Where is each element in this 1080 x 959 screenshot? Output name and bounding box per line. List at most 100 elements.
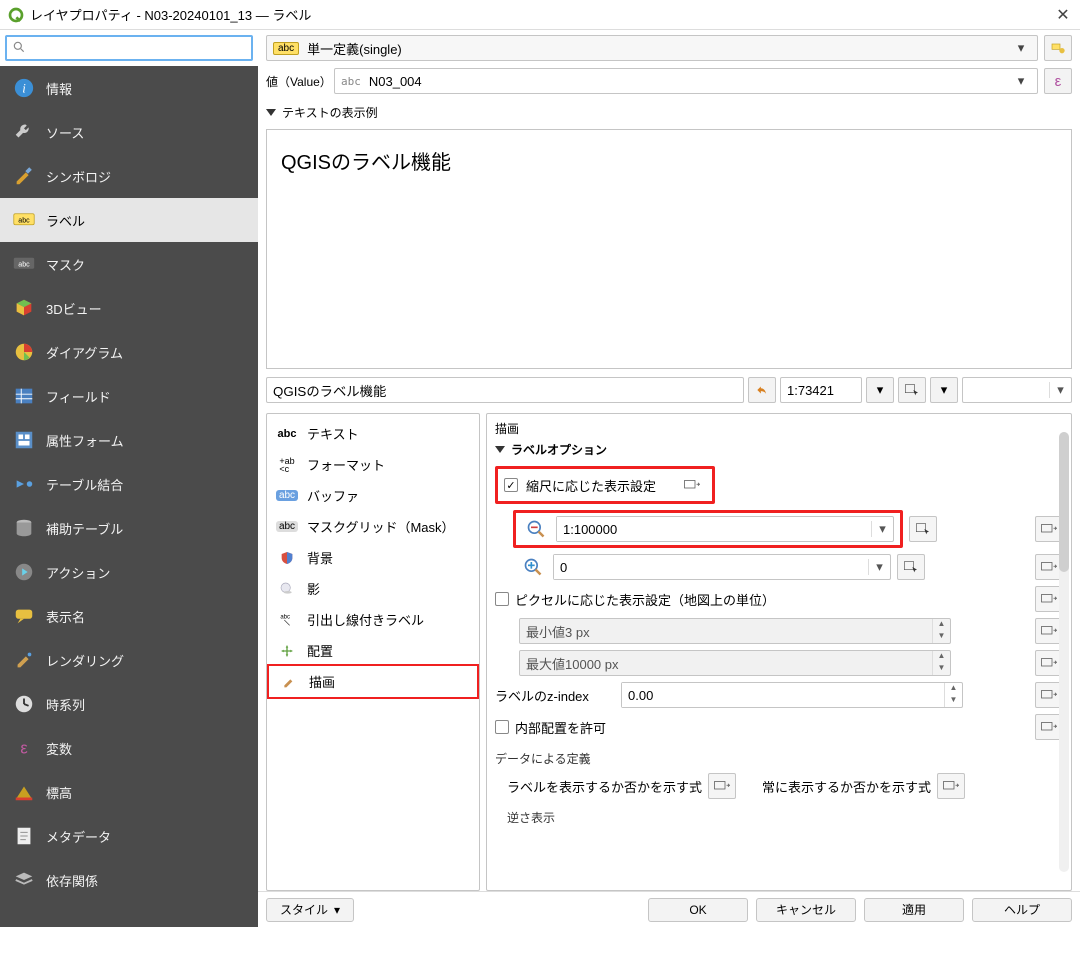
chevron-down-icon: ▾ <box>871 521 893 537</box>
shield-bg-icon <box>277 550 297 566</box>
label-mode-select[interactable]: abc 単一定義(single) ▾ <box>266 35 1038 61</box>
preview-section-header[interactable]: テキストの表示例 <box>258 100 1080 125</box>
info-icon: i <box>12 76 36 100</box>
sidebar-item-variables[interactable]: ε変数 <box>0 726 258 770</box>
show-label-override[interactable] <box>708 773 736 799</box>
zoom-in-icon <box>519 554 547 580</box>
tooltip-icon <box>12 604 36 628</box>
style-menu-button[interactable]: スタイル▾ <box>266 898 354 922</box>
always-show-override[interactable] <box>937 773 965 799</box>
sidebar-item-elevation[interactable]: 標高 <box>0 770 258 814</box>
sidebar-item-label: レンダリング <box>46 651 124 670</box>
subtab-placement[interactable]: 配置 <box>267 635 479 666</box>
preview-bg-select[interactable]: ▾ <box>962 377 1072 403</box>
subtab-mask[interactable]: abcマスクグリッド（Mask） <box>267 511 479 542</box>
preview-scale-text: 1:73421 <box>787 383 855 398</box>
search-input[interactable] <box>5 35 253 61</box>
undo-icon <box>755 383 769 397</box>
max-scale-input[interactable] <box>554 555 868 579</box>
text-icon: abc <box>277 426 297 442</box>
min-scale-pick[interactable] <box>909 516 937 542</box>
inner-placement-checkbox[interactable] <box>495 720 509 734</box>
value-field-text: N03_004 <box>369 74 1011 89</box>
ok-button[interactable]: OK <box>648 898 748 922</box>
sidebar-item-source[interactable]: ソース <box>0 110 258 154</box>
subtab-label: テキスト <box>307 424 359 443</box>
sidebar-item-dependencies[interactable]: 依存関係 <box>0 858 258 902</box>
min-scale-input[interactable] <box>557 517 871 541</box>
sidebar-item-diagram[interactable]: ダイアグラム <box>0 330 258 374</box>
preview-map-pick-dd[interactable]: ▾ <box>930 377 958 403</box>
subtab-label: 引出し線付きラベル <box>307 610 424 629</box>
label-engine-settings-button[interactable] <box>1044 35 1072 61</box>
scrollbar-thumb[interactable] <box>1059 432 1069 572</box>
help-button[interactable]: ヘルプ <box>972 898 1072 922</box>
zindex-spin[interactable]: ▲▼ <box>621 682 963 708</box>
apply-button[interactable]: 適用 <box>864 898 964 922</box>
preview-map-pick-button[interactable] <box>898 377 926 403</box>
sidebar-item-metadata[interactable]: メタデータ <box>0 814 258 858</box>
chevron-down-icon: ▾ <box>1049 382 1071 398</box>
sidebar-item-label: 属性フォーム <box>46 431 124 450</box>
label-options-header[interactable]: ラベルオプション <box>495 441 1063 458</box>
sidebar-item-joins[interactable]: テーブル結合 <box>0 462 258 506</box>
subtab-background[interactable]: 背景 <box>267 542 479 573</box>
sidebar-item-actions[interactable]: アクション <box>0 550 258 594</box>
buffer-icon: abc <box>277 488 297 504</box>
zindex-input[interactable] <box>622 683 944 707</box>
min-scale-highlight: ▾ <box>513 510 903 548</box>
sidebar-item-attributes-form[interactable]: 属性フォーム <box>0 418 258 462</box>
sidebar-item-label: 時系列 <box>46 695 85 714</box>
subtab-text[interactable]: abc テキスト <box>267 418 479 449</box>
expression-button[interactable]: ε <box>1044 68 1072 94</box>
wrench-icon <box>12 120 36 144</box>
subtab-buffer[interactable]: abcバッファ <box>267 480 479 511</box>
sidebar-item-labels[interactable]: abcラベル <box>0 198 258 242</box>
sidebar: i情報 ソース シンボロジ abcラベル abcマスク 3Dビュー ダイアグラム… <box>0 30 258 927</box>
max-scale-combo[interactable]: ▾ <box>553 554 891 580</box>
scale-visibility-label: 縮尺に応じた表示設定 <box>526 476 656 495</box>
upside-down-label: 逆さ表示 <box>495 809 1063 826</box>
scale-visibility-override[interactable] <box>678 472 706 498</box>
subtab-callouts[interactable]: abc引出し線付きラベル <box>267 604 479 635</box>
reset-preview-button[interactable] <box>748 377 776 403</box>
min-scale-combo[interactable]: ▾ <box>556 516 894 542</box>
sidebar-item-aux-storage[interactable]: 補助テーブル <box>0 506 258 550</box>
subtab-formatting[interactable]: +ab<cフォーマット <box>267 449 479 480</box>
preview-scale-select[interactable]: 1:73421 <box>780 377 862 403</box>
close-button[interactable]: ✕ <box>1054 6 1072 24</box>
document-icon <box>12 824 36 848</box>
min-pixel-spin[interactable]: ▲▼ <box>519 618 951 644</box>
sidebar-item-info[interactable]: i情報 <box>0 66 258 110</box>
search-icon <box>12 40 26 54</box>
preview-scale-dd-button[interactable]: ▾ <box>866 377 894 403</box>
subtab-shadow[interactable]: 影 <box>267 573 479 604</box>
value-field-select[interactable]: abc N03_004 ▾ <box>334 68 1038 94</box>
max-pixel-spin[interactable]: ▲▼ <box>519 650 951 676</box>
scrollbar[interactable] <box>1059 432 1069 872</box>
scale-visibility-highlight: 縮尺に応じた表示設定 <box>495 466 715 504</box>
cancel-button[interactable]: キャンセル <box>756 898 856 922</box>
sidebar-item-temporal[interactable]: 時系列 <box>0 682 258 726</box>
data-override-icon <box>713 779 731 793</box>
cursor-rect-icon <box>903 560 919 574</box>
scale-visibility-checkbox[interactable] <box>504 478 518 492</box>
sidebar-item-3dview[interactable]: 3Dビュー <box>0 286 258 330</box>
always-show-expr-label: 常に表示するか否かを示す式 <box>762 777 931 796</box>
sidebar-item-label: マスク <box>46 255 85 274</box>
cancel-label: キャンセル <box>776 901 836 918</box>
sidebar-item-symbology[interactable]: シンボロジ <box>0 154 258 198</box>
form-icon <box>12 428 36 452</box>
sidebar-item-fields[interactable]: フィールド <box>0 374 258 418</box>
subtab-rendering[interactable]: 描画 <box>267 664 479 699</box>
join-icon <box>12 472 36 496</box>
sidebar-item-masks[interactable]: abcマスク <box>0 242 258 286</box>
pixel-visibility-checkbox[interactable] <box>495 592 509 606</box>
sidebar-item-label: フィールド <box>46 387 111 406</box>
sidebar-item-rendering[interactable]: レンダリング <box>0 638 258 682</box>
qgis-logo-icon <box>8 7 24 23</box>
max-scale-pick[interactable] <box>897 554 925 580</box>
subtab-label: 背景 <box>307 548 333 567</box>
preview-text-input[interactable] <box>266 377 744 403</box>
sidebar-item-display[interactable]: 表示名 <box>0 594 258 638</box>
